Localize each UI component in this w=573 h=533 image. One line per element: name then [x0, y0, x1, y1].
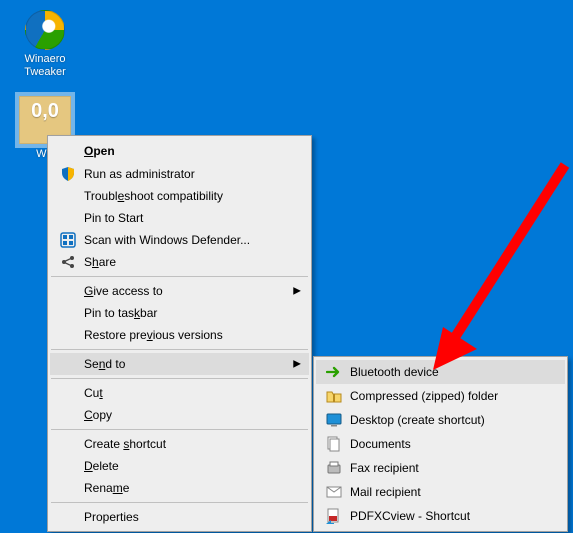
menu-item-label: Delete — [84, 459, 279, 473]
sendto-item-fax[interactable]: Fax recipient — [316, 456, 565, 480]
menu-item-label: Scan with Windows Defender... — [84, 233, 279, 247]
sendto-item-pdfxcview[interactable]: PDFXCview - Shortcut — [316, 504, 565, 528]
menu-item-label: Bluetooth device — [350, 365, 535, 379]
menu-item-label: Pin to Start — [84, 211, 279, 225]
menu-item-label: Cut — [84, 386, 279, 400]
menu-item-label: Properties — [84, 510, 279, 524]
zip-folder-icon — [324, 388, 344, 404]
menu-item-run-as-admin[interactable]: Run as administrator — [50, 163, 309, 185]
desktop-icon — [324, 412, 344, 428]
bluetooth-green-arrow-icon — [324, 364, 344, 380]
menu-item-rename[interactable]: Rename — [50, 477, 309, 499]
menu-separator — [51, 349, 308, 350]
menu-item-label: Run as administrator — [84, 167, 279, 181]
menu-item-label: Mail recipient — [350, 485, 535, 499]
menu-item-label: Give access to — [84, 284, 279, 298]
menu-item-open[interactable]: Open — [50, 139, 309, 163]
menu-item-label: Pin to taskbar — [84, 306, 279, 320]
menu-item-label: Troubleshoot compatibility — [84, 189, 279, 203]
menu-separator — [51, 429, 308, 430]
shield-icon — [58, 166, 78, 182]
menu-item-pin-taskbar[interactable]: Pin to taskbar — [50, 302, 309, 324]
menu-item-give-access[interactable]: Give access to ▶ — [50, 280, 309, 302]
menu-item-label: Create shortcut — [84, 437, 279, 451]
menu-item-scan-defender[interactable]: Scan with Windows Defender... — [50, 229, 309, 251]
menu-item-create-shortcut[interactable]: Create shortcut — [50, 433, 309, 455]
sendto-submenu: Bluetooth device Compressed (zipped) fol… — [313, 356, 568, 532]
desktop-icon-winaero-tweaker[interactable]: WinaeroTweaker — [10, 10, 80, 79]
menu-item-label: Rename — [84, 481, 279, 495]
menu-item-label: Share — [84, 255, 279, 269]
context-menu: Open Run as administrator Troubleshoot c… — [47, 135, 312, 532]
submenu-arrow-icon: ▶ — [293, 286, 301, 297]
sendto-item-bluetooth[interactable]: Bluetooth device — [316, 360, 565, 384]
sendto-item-mail[interactable]: Mail recipient — [316, 480, 565, 504]
menu-item-label: Restore previous versions — [84, 328, 279, 342]
share-icon — [58, 254, 78, 270]
menu-item-label: Send to — [84, 357, 279, 371]
menu-item-restore-versions[interactable]: Restore previous versions — [50, 324, 309, 346]
documents-icon — [324, 436, 344, 452]
winaero-swirl-icon — [25, 10, 65, 50]
menu-item-label: Copy — [84, 408, 279, 422]
we-tile-text: 0,0 — [31, 100, 59, 123]
mail-icon — [324, 484, 344, 500]
desktop-icon-label: WinaeroTweaker — [10, 53, 80, 79]
menu-item-troubleshoot[interactable]: Troubleshoot compatibility — [50, 185, 309, 207]
menu-separator — [51, 276, 308, 277]
menu-item-share[interactable]: Share — [50, 251, 309, 273]
fax-icon — [324, 460, 344, 476]
submenu-arrow-icon: ▶ — [293, 359, 301, 370]
menu-item-copy[interactable]: Copy — [50, 404, 309, 426]
pdf-shortcut-icon — [324, 508, 344, 524]
menu-item-delete[interactable]: Delete — [50, 455, 309, 477]
menu-separator — [51, 502, 308, 503]
menu-item-properties[interactable]: Properties — [50, 506, 309, 528]
menu-item-cut[interactable]: Cut — [50, 382, 309, 404]
menu-separator — [51, 378, 308, 379]
menu-item-label: Fax recipient — [350, 461, 535, 475]
menu-item-label: Open — [84, 144, 279, 158]
sendto-item-desktop-shortcut[interactable]: Desktop (create shortcut) — [316, 408, 565, 432]
annotation-arrow — [415, 155, 573, 375]
sendto-item-compressed[interactable]: Compressed (zipped) folder — [316, 384, 565, 408]
menu-item-label: Documents — [350, 437, 535, 451]
menu-item-label: Desktop (create shortcut) — [350, 413, 535, 427]
sendto-item-documents[interactable]: Documents — [316, 432, 565, 456]
menu-item-label: Compressed (zipped) folder — [350, 389, 535, 403]
menu-item-send-to[interactable]: Send to ▶ — [50, 353, 309, 375]
menu-item-label: PDFXCview - Shortcut — [350, 509, 535, 523]
menu-item-pin-start[interactable]: Pin to Start — [50, 207, 309, 229]
defender-icon — [58, 232, 78, 248]
